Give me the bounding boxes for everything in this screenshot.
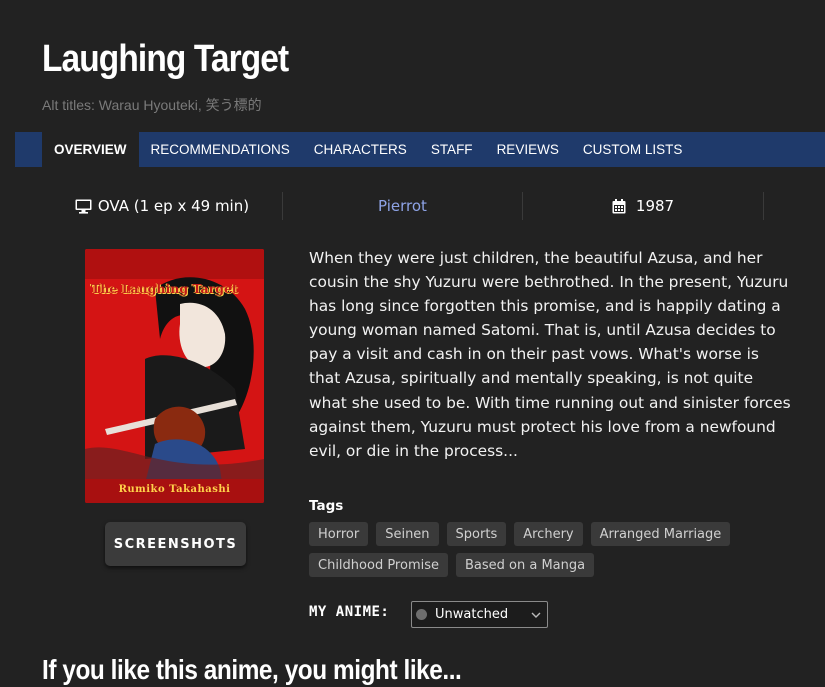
tag-archery[interactable]: Archery <box>514 522 583 546</box>
tab-reviews[interactable]: REVIEWS <box>485 132 571 167</box>
screenshots-button[interactable]: SCREENSHOTS <box>105 522 246 566</box>
calendar-icon <box>612 198 626 213</box>
tag-seinen[interactable]: Seinen <box>376 522 439 546</box>
watch-status-select[interactable]: Unwatched <box>411 601 548 628</box>
synopsis: When they were just children, the beauti… <box>309 249 791 460</box>
cover-image: The Laughing Target Rumiko Takahashi <box>85 249 264 503</box>
chevron-down-icon <box>531 612 541 618</box>
tab-custom-lists[interactable]: CUSTOM LISTS <box>571 132 695 167</box>
year-text: 1987 <box>635 197 675 215</box>
tab-staff[interactable]: STAFF <box>419 132 485 167</box>
page-title: Laughing Target <box>42 38 289 80</box>
tags-heading: Tags <box>309 498 344 514</box>
tag-childhood-promise[interactable]: Childhood Promise <box>309 553 448 577</box>
cover-title-text: The Laughing Target <box>91 281 238 296</box>
tab-recommendations[interactable]: RECOMMENDATIONS <box>139 132 302 167</box>
watch-status-value: Unwatched <box>435 607 509 622</box>
year-info: 1987 <box>523 192 764 220</box>
tab-overview[interactable]: OVERVIEW <box>42 132 139 167</box>
info-row: OVA (1 ep x 49 min) Pierrot 1987 <box>42 192 764 220</box>
format-info: OVA (1 ep x 49 min) <box>42 192 283 220</box>
alt-titles: Alt titles: Warau Hyouteki, 笑う標的 <box>42 97 262 113</box>
tag-based-on-a-manga[interactable]: Based on a Manga <box>456 553 595 577</box>
tag-horror[interactable]: Horror <box>309 522 369 546</box>
format-text: OVA (1 ep x 49 min) <box>97 197 250 215</box>
status-dot-icon <box>416 609 427 620</box>
cover-author-text: Rumiko Takahashi <box>118 484 231 495</box>
tag-arranged-marriage[interactable]: Arranged Marriage <box>590 522 731 546</box>
my-anime-label: MY ANIME: <box>309 604 390 620</box>
studio-info: Pierrot <box>283 192 523 220</box>
recommendations-heading: If you like this anime, you might like..… <box>42 654 462 685</box>
tag-list: Horror Seinen Sports Archery Arranged Ma… <box>309 522 739 577</box>
tag-sports[interactable]: Sports <box>446 522 507 546</box>
tab-characters[interactable]: CHARACTERS <box>302 132 419 167</box>
tab-bar: OVERVIEW RECOMMENDATIONS CHARACTERS STAF… <box>15 132 825 167</box>
monitor-icon <box>75 199 92 214</box>
studio-link[interactable]: Pierrot <box>378 197 427 215</box>
